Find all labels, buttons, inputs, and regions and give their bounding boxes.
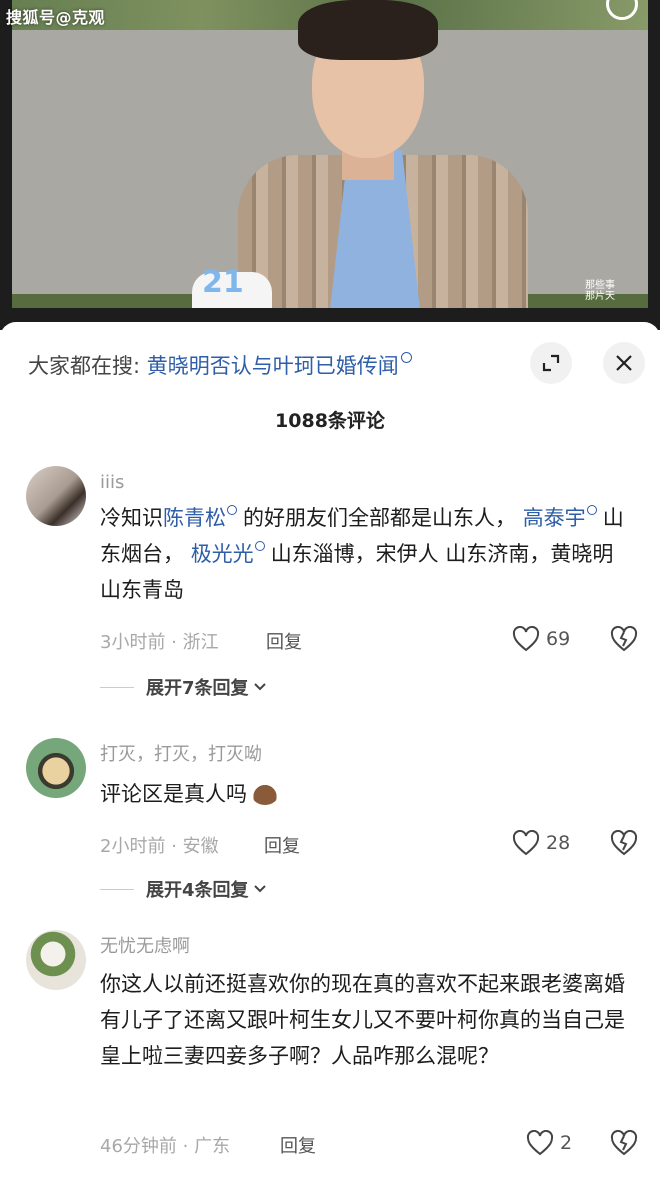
like-count: 2: [560, 1132, 573, 1154]
comment-text: 你这人以前还挺喜欢你的现在真的喜欢不起来跟老婆离婚有儿子了还离又跟叶柯生女儿又不…: [100, 972, 625, 1068]
like-button[interactable]: 2: [526, 1130, 572, 1156]
program-logo: 那些事 那片天: [585, 280, 615, 302]
trending-search-keyword[interactable]: 黄晓明否认与叶珂已婚传闻: [147, 354, 399, 378]
like-count: 28: [546, 832, 571, 854]
search-icon: [227, 505, 237, 515]
comment-meta: 46分钟前 · 广东: [100, 1136, 231, 1157]
comment-keyword-link[interactable]: 极光光: [191, 542, 254, 566]
comment-keyword-link[interactable]: 陈青松: [163, 506, 226, 530]
divider: [100, 888, 134, 890]
comment-text-part: 冷知识: [100, 506, 163, 530]
comment-count: 1088条评论: [275, 410, 385, 432]
expand-replies-label: 展开7条回复: [146, 678, 249, 699]
comment-meta: 2小时前 · 安徽: [100, 836, 219, 857]
expand-button[interactable]: [530, 342, 572, 384]
reply-button[interactable]: 回复: [280, 1132, 316, 1158]
avatar[interactable]: [26, 930, 86, 990]
avatar[interactable]: [26, 738, 86, 798]
broken-heart-icon: [610, 829, 638, 856]
person-figure: [238, 0, 528, 308]
like-button[interactable]: 28: [512, 830, 570, 856]
divider: [100, 686, 134, 688]
comments-sheet: 大家都在搜: 黄晓明否认与叶珂已婚传闻 1088条评论 iiis 冷知识陈青松的…: [0, 322, 660, 1182]
dislike-button[interactable]: [610, 1129, 638, 1160]
close-icon: [616, 355, 632, 371]
expand-replies-button[interactable]: 展开7条回复: [100, 674, 267, 700]
like-button[interactable]: 69: [512, 626, 570, 652]
reply-button[interactable]: 回复: [264, 832, 300, 858]
search-icon: [586, 505, 597, 515]
comment-keyword-link[interactable]: 高泰宇: [523, 506, 586, 530]
cake-candle: 21: [202, 265, 244, 300]
comment-text: 评论区是真人吗: [100, 776, 640, 812]
like-count: 69: [546, 628, 571, 650]
video-frame: 21 那些事 那片天: [12, 0, 648, 308]
expand-replies-button[interactable]: 展开4条回复: [100, 876, 267, 902]
comment-text-part: 评论区是真人吗: [100, 782, 247, 806]
dislike-button[interactable]: [610, 829, 638, 860]
comment-username[interactable]: iiis: [100, 472, 124, 493]
comment-username[interactable]: 无忧无虑啊: [100, 932, 190, 958]
comment-text-part: 的好朋友们全部都是山东人，: [243, 506, 516, 530]
heart-icon: [526, 1130, 554, 1156]
reply-button[interactable]: 回复: [266, 628, 302, 654]
dislike-button[interactable]: [610, 625, 638, 656]
chevron-down-icon: [253, 885, 266, 893]
expand-replies-label: 展开4条回复: [146, 880, 249, 901]
watermark: 搜狐号@克观: [6, 8, 106, 27]
video-player[interactable]: 21 那些事 那片天 搜狐号@克观: [0, 0, 660, 330]
broken-heart-icon: [610, 625, 638, 652]
comment-username[interactable]: 打灭，打灭，打灭呦: [100, 740, 262, 766]
trending-search-prefix: 大家都在搜:: [28, 354, 141, 378]
search-icon: [400, 352, 412, 363]
chevron-down-icon: [253, 683, 266, 691]
search-icon: [254, 541, 265, 551]
avatar[interactable]: [26, 466, 86, 526]
comment-meta: 3小时前 · 浙江: [100, 632, 219, 653]
heart-icon: [512, 626, 540, 652]
trending-search[interactable]: 大家都在搜: 黄晓明否认与叶珂已婚传闻: [28, 350, 412, 380]
poop-emoji-icon: [251, 781, 279, 805]
expand-icon: [542, 354, 560, 372]
comment-text: 冷知识陈青松 的好朋友们全部都是山东人， 高泰宇 山东烟台， 极光光 山东淄博，宋伊人…: [100, 500, 640, 608]
heart-icon: [512, 830, 540, 856]
broken-heart-icon: [610, 1129, 638, 1156]
close-button[interactable]: [603, 342, 645, 384]
